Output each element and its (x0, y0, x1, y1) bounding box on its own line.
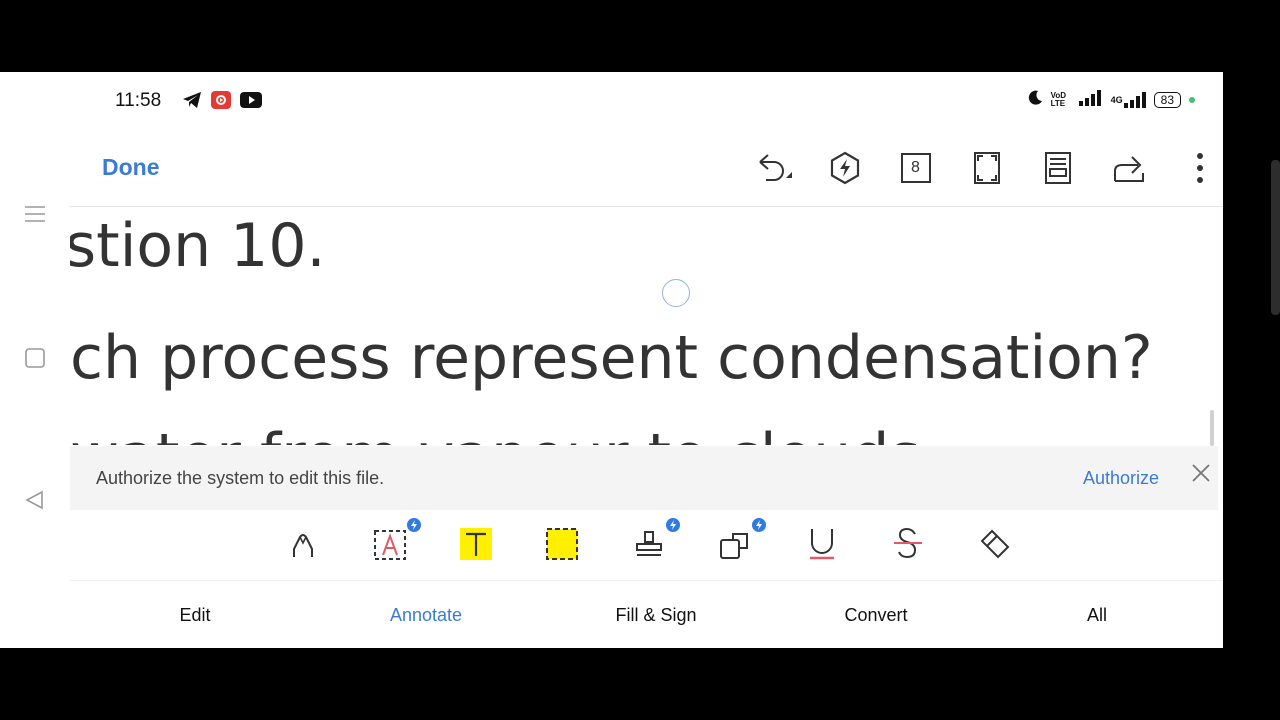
highlight-text-tool-icon[interactable] (456, 524, 496, 564)
tab-all[interactable]: All (1017, 605, 1177, 626)
close-icon[interactable] (1188, 460, 1214, 486)
ai-bolt-icon[interactable] (809, 148, 880, 188)
page-count-icon[interactable]: 8 (880, 148, 951, 188)
side-edge-handle[interactable] (1271, 160, 1280, 315)
telegram-icon (182, 91, 202, 114)
shapes-tool-icon[interactable] (715, 518, 766, 564)
undo-icon[interactable] (738, 148, 809, 188)
tab-edit[interactable]: Edit (115, 605, 275, 626)
doc-text-line: estion 10. (70, 211, 326, 281)
underline-tool-icon[interactable] (802, 524, 842, 564)
top-toolbar: 8 (738, 148, 1223, 188)
4g-label: 4G (1110, 94, 1123, 105)
youtube-studio-icon (211, 91, 231, 114)
more-icon[interactable] (1164, 148, 1223, 188)
share-icon[interactable] (1093, 148, 1164, 188)
reading-mode-icon[interactable] (1022, 148, 1093, 188)
touch-cursor-indicator (662, 279, 690, 307)
text-box-tool-icon[interactable] (370, 518, 421, 564)
banner-message: Authorize the system to edit this file. (96, 468, 385, 488)
page-count-label: 8 (911, 159, 920, 176)
area-highlight-tool-icon[interactable] (542, 524, 582, 564)
doc-text-line: water from vapour to clouds (70, 421, 921, 445)
battery-indicator: 83 (1153, 91, 1181, 108)
status-time: 11:58 (115, 90, 162, 111)
phone-screen: 11:58 VoD LTE 4G 83 Done 8 stion 10. ch … (0, 72, 1223, 648)
toolbar-divider (70, 580, 1223, 581)
tab-annotate[interactable]: Annotate (346, 605, 506, 626)
youtube-icon (240, 92, 262, 113)
doc-text-line: ch process represent condensation? (70, 323, 1153, 393)
vod-lte-icon: VoD LTE (1050, 90, 1067, 108)
premium-bolt-badge-icon (666, 518, 680, 532)
strikethrough-tool-icon[interactable] (888, 524, 928, 564)
4g-signal-icon: 4G (1110, 91, 1146, 108)
pen-tool-icon[interactable] (283, 524, 323, 564)
eraser-tool-icon[interactable] (975, 524, 1015, 564)
authorize-banner: Authorize the system to edit this file. … (70, 446, 1218, 510)
premium-bolt-badge-icon (407, 518, 421, 532)
annotate-toolbar (70, 512, 1218, 580)
signal-strength-icon (1078, 90, 1103, 109)
authorize-button[interactable]: Authorize (1083, 468, 1159, 489)
tab-fill-and-sign[interactable]: Fill & Sign (576, 605, 736, 626)
fit-screen-icon[interactable] (951, 148, 1022, 188)
done-button[interactable]: Done (102, 154, 160, 181)
document-viewport[interactable]: estion 10. ch process represent condensa… (70, 207, 1210, 445)
document-scrollbar[interactable] (1210, 410, 1214, 446)
menu-icon[interactable] (24, 204, 46, 229)
privacy-indicator-dot (1189, 96, 1195, 103)
status-system-icons: VoD LTE 4G 83 (1027, 90, 1195, 109)
home-square-icon[interactable] (24, 347, 46, 374)
premium-bolt-badge-icon (752, 518, 766, 532)
tab-convert[interactable]: Convert (796, 605, 956, 626)
do-not-disturb-moon-icon (1027, 90, 1043, 109)
stamp-tool-icon[interactable] (629, 518, 680, 564)
back-triangle-icon[interactable] (24, 489, 46, 516)
status-notification-icons (182, 91, 262, 114)
